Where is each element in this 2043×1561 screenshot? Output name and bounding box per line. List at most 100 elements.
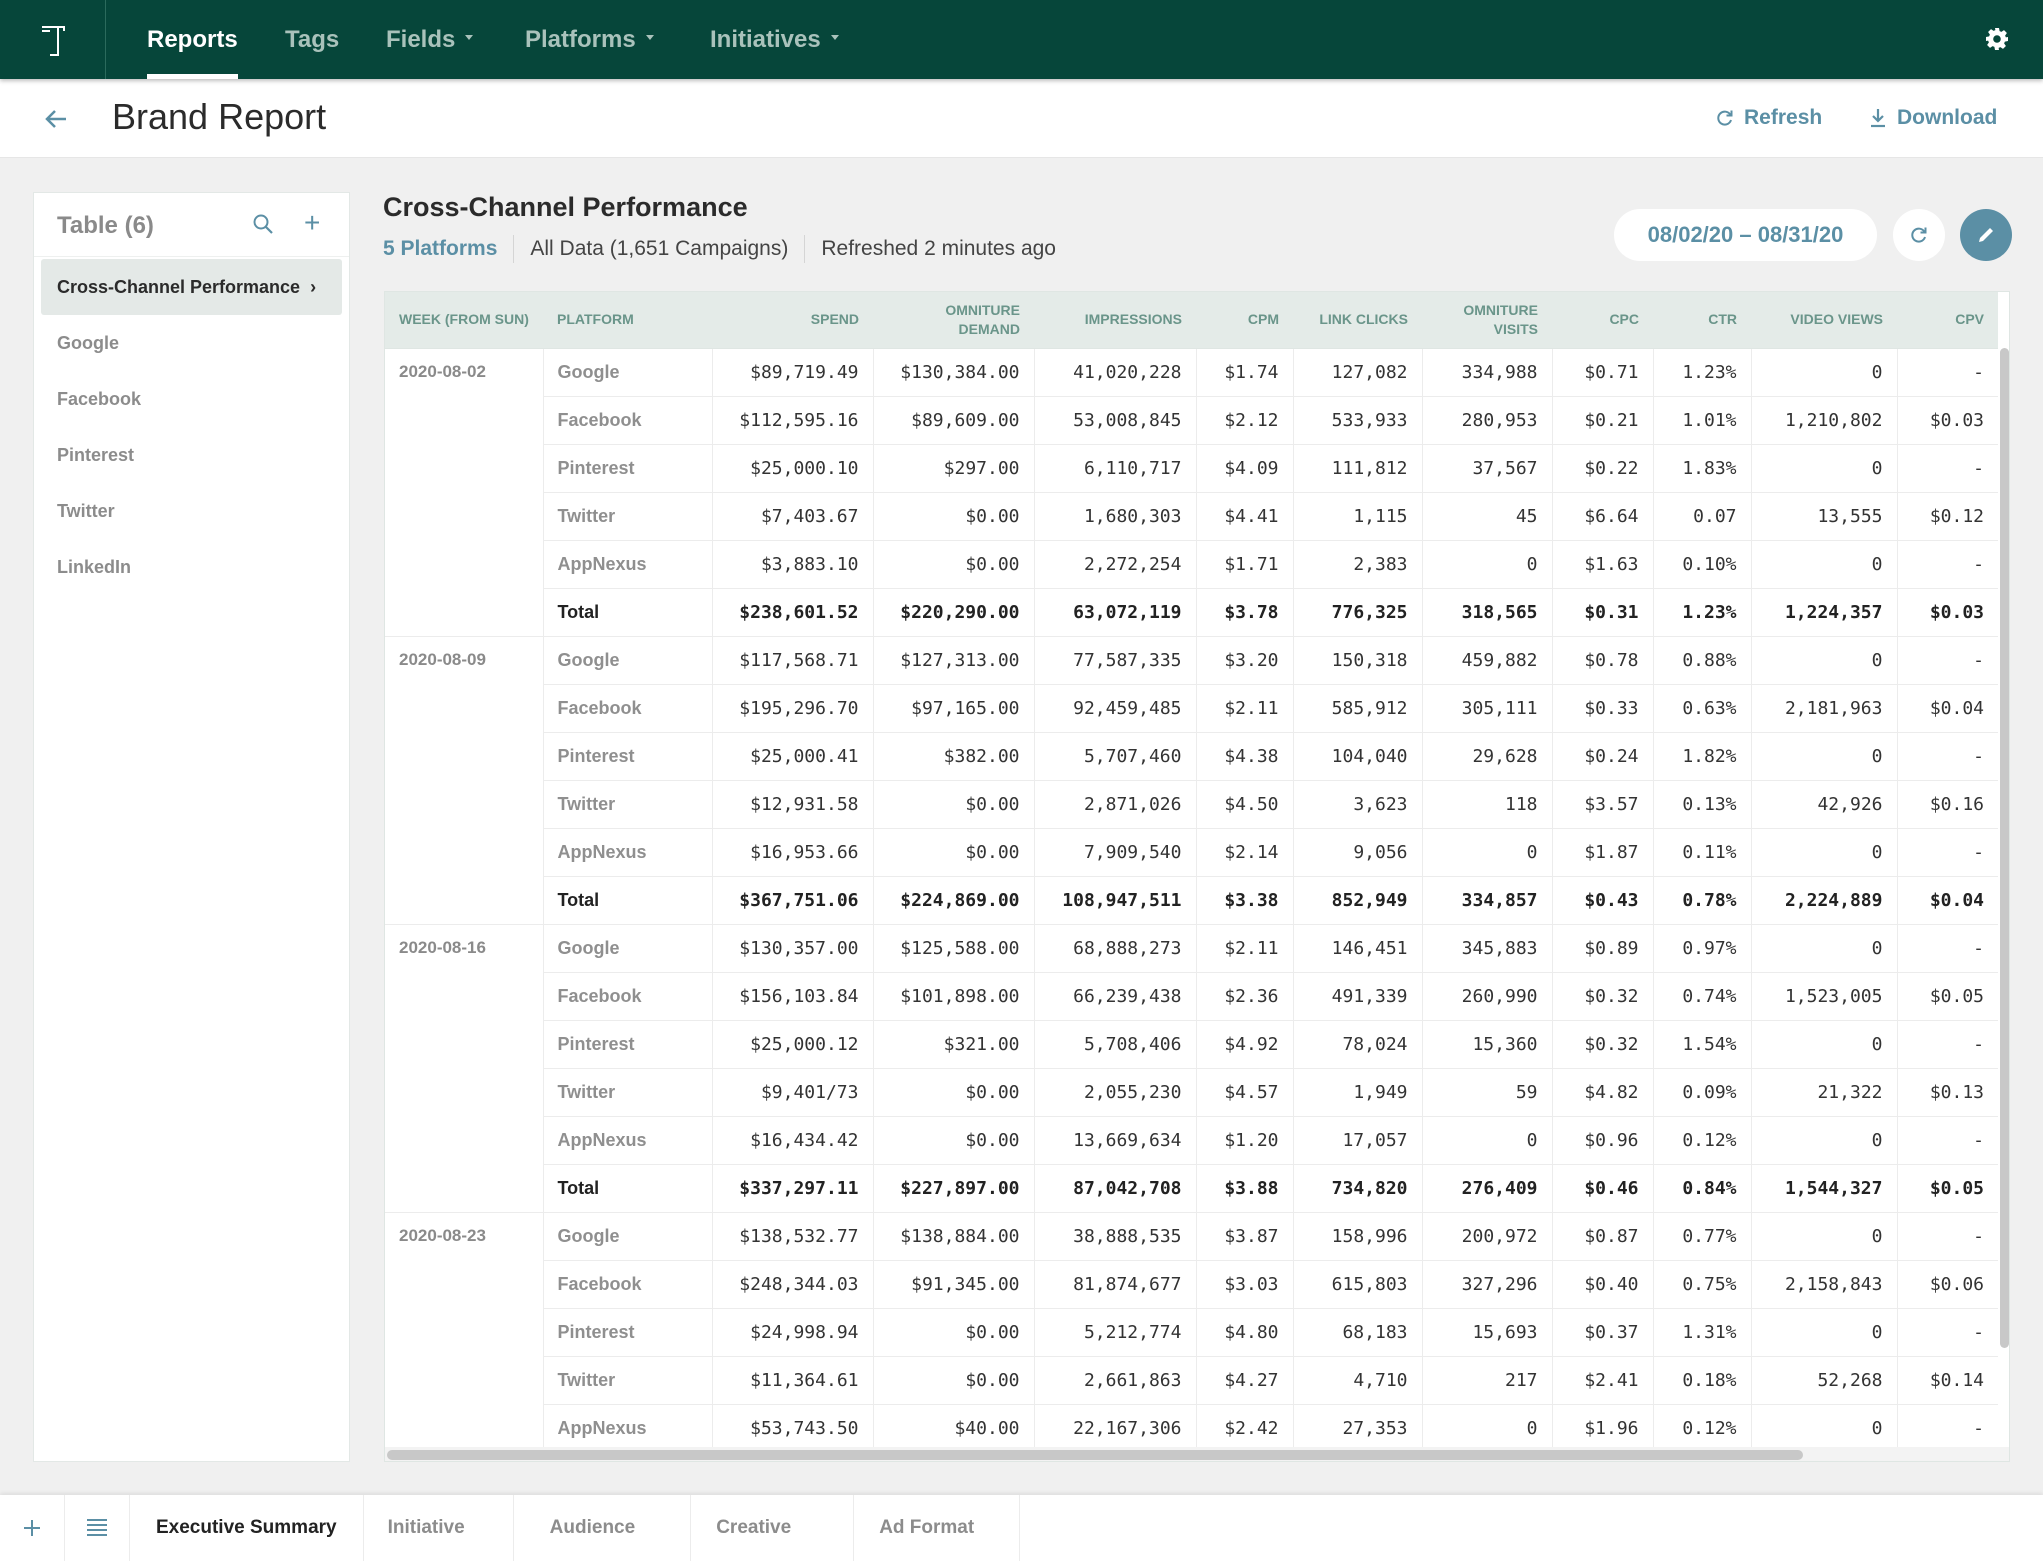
nav-reports-label: Reports [147,26,238,53]
value-cell: 15,360 [1421,1019,1552,1068]
tab-executive-summary[interactable]: Executive Summary [130,1495,364,1561]
date-range-picker[interactable]: 08/02/20 – 08/31/20 [1614,209,1877,261]
platforms-link[interactable]: 5 Platforms [383,237,497,261]
value-cell: 0.12% [1652,1403,1751,1452]
brand-logo-icon [41,25,65,56]
value-cell: $4.27 [1195,1355,1293,1404]
report-meta: 5 Platforms All Data (1,651 Campaigns) R… [383,235,1056,263]
table-row: AppNexus $3,883.10 $0.00 2,272,254 $1.71 2,38… [385,539,1998,588]
chevron-right-icon: › [310,277,317,297]
nav-reports[interactable]: Reports [147,0,238,79]
caret-down-icon [830,35,839,41]
nav-initiatives-label: Initiatives [710,26,821,53]
value-cell: $0.87 [1551,1211,1653,1260]
tab-creative[interactable]: Creative [691,1495,855,1561]
nav-platforms[interactable]: Platforms [525,0,654,79]
vertical-scrollbar[interactable] [2000,348,2009,1348]
column-header-cpc[interactable]: CPC [1552,292,1653,349]
value-cell: 37,567 [1421,443,1552,492]
brand-logo[interactable] [0,0,106,79]
value-cell: $3.38 [1195,875,1293,924]
value-cell: $0.16 [1896,779,1998,828]
value-cell: 1,224,357 [1750,587,1897,636]
value-cell: $0.21 [1551,395,1653,444]
table-row: 2020-08-09 Google $117,568.71 $127,313.00 77… [385,635,1998,924]
value-cell: - [1896,827,1998,876]
sidebar-header: Table (6) + [34,193,349,257]
nav-fields[interactable]: Fields [386,0,474,79]
value-cell: $4.92 [1195,1019,1293,1068]
column-header-platform[interactable]: PLATFORM [543,292,712,349]
column-header-link-clicks[interactable]: LINK CLICKS [1293,292,1422,349]
table-row: AppNexus $16,953.66 $0.00 7,909,540 $2.14 9,0… [385,827,1998,876]
sidebar-add-button[interactable]: + [304,209,320,237]
add-tab-button[interactable] [0,1495,65,1561]
table-total-row: Total $367,751.06 $224,869.00 108,947,511 $3… [385,875,1998,924]
refresh-table-button[interactable] [1893,209,1945,261]
sidebar-item-facebook[interactable]: Facebook [41,371,342,427]
table-row: Twitter $11,364.61 $0.00 2,661,863 $4.27 4,71… [385,1355,1998,1404]
column-header-omniture-demand[interactable]: OMNITURE DEMAND [873,292,1034,349]
value-cell: $3.03 [1195,1259,1293,1308]
platform-cell: Facebook [542,683,712,732]
value-cell: 0 [1421,827,1552,876]
column-header-week-from-sun[interactable]: WEEK (FROM SUN) [385,292,543,349]
value-cell: - [1896,1403,1998,1452]
value-cell: $0.00 [872,1355,1034,1404]
download-icon [1871,109,1885,128]
platform-cell: AppNexus [542,1403,712,1452]
sidebar-item-cross-channel-performance[interactable]: Cross-Channel Performance › [41,259,342,315]
download-button[interactable]: Download [1869,106,1997,130]
table-row: Facebook $156,103.84 $101,898.00 66,239,438… [385,971,1998,1020]
sidebar-item-pinterest[interactable]: Pinterest [41,427,342,483]
refresh-button[interactable]: Refresh [1716,106,1822,130]
platform-cell: Pinterest [542,731,712,780]
column-header-impressions[interactable]: IMPRESSIONS [1034,292,1196,349]
search-icon [253,214,273,234]
value-cell: $1.74 [1195,347,1293,396]
value-cell: 2,661,863 [1033,1355,1196,1404]
tab-audience[interactable]: Audience [514,1495,692,1561]
column-header-spend[interactable]: SPEND [712,292,873,349]
back-button[interactable] [42,105,70,133]
value-cell: 1.23% [1652,347,1751,396]
column-header-cpv[interactable]: CPV [1897,292,1998,349]
column-header-ctr[interactable]: CTR [1653,292,1751,349]
value-cell: 776,325 [1292,587,1422,636]
arrow-left-icon [45,110,66,128]
tab-initiative[interactable]: Initiative [364,1495,514,1561]
value-cell: $220,290.00 [872,587,1034,636]
value-cell: $1.20 [1195,1115,1293,1164]
horizontal-scrollbar[interactable] [387,1450,1803,1460]
table-row: Pinterest $25,000.12 $321.00 5,708,406 $4.92… [385,1019,1998,1068]
value-cell: $4.38 [1195,731,1293,780]
column-header-video-views[interactable]: VIDEO VIEWS [1751,292,1897,349]
value-cell: 9,056 [1292,827,1422,876]
settings-button[interactable] [1985,27,2009,51]
sidebar-search-button[interactable] [252,213,274,235]
column-header-cpm[interactable]: CPM [1196,292,1293,349]
list-icon [87,1519,107,1536]
value-cell: $0.96 [1551,1115,1653,1164]
value-cell: 0 [1750,923,1897,972]
nav-initiatives[interactable]: Initiatives [710,0,839,79]
sidebar-item-google[interactable]: Google [41,315,342,371]
value-cell: 459,882 [1421,635,1552,684]
value-cell: $112,595.16 [711,395,873,444]
tab-ad-format[interactable]: Ad Format [854,1495,1021,1561]
tab-list-button[interactable] [65,1495,130,1561]
nav-tags[interactable]: Tags [285,0,339,79]
sidebar-item-twitter[interactable]: Twitter [41,483,342,539]
data-scope: All Data (1,651 Campaigns) [530,237,789,260]
value-cell: 1,544,327 [1750,1163,1897,1212]
edit-table-button[interactable] [1960,209,2012,261]
top-navigation: Reports Tags Fields Platforms Initiative… [0,0,2043,79]
table-row: AppNexus $16,434.42 $0.00 13,669,634 $1.20 17… [385,1115,1998,1164]
sidebar-item-linkedin[interactable]: LinkedIn [41,539,342,595]
value-cell: 15,693 [1421,1307,1552,1356]
value-cell: - [1896,1211,1998,1260]
platform-cell: AppNexus [542,827,712,876]
column-header-omniture-visits[interactable]: OMNITURE VISITS [1422,292,1552,349]
platform-cell: Google [542,923,712,972]
value-cell: $89,719.49 [711,347,873,396]
